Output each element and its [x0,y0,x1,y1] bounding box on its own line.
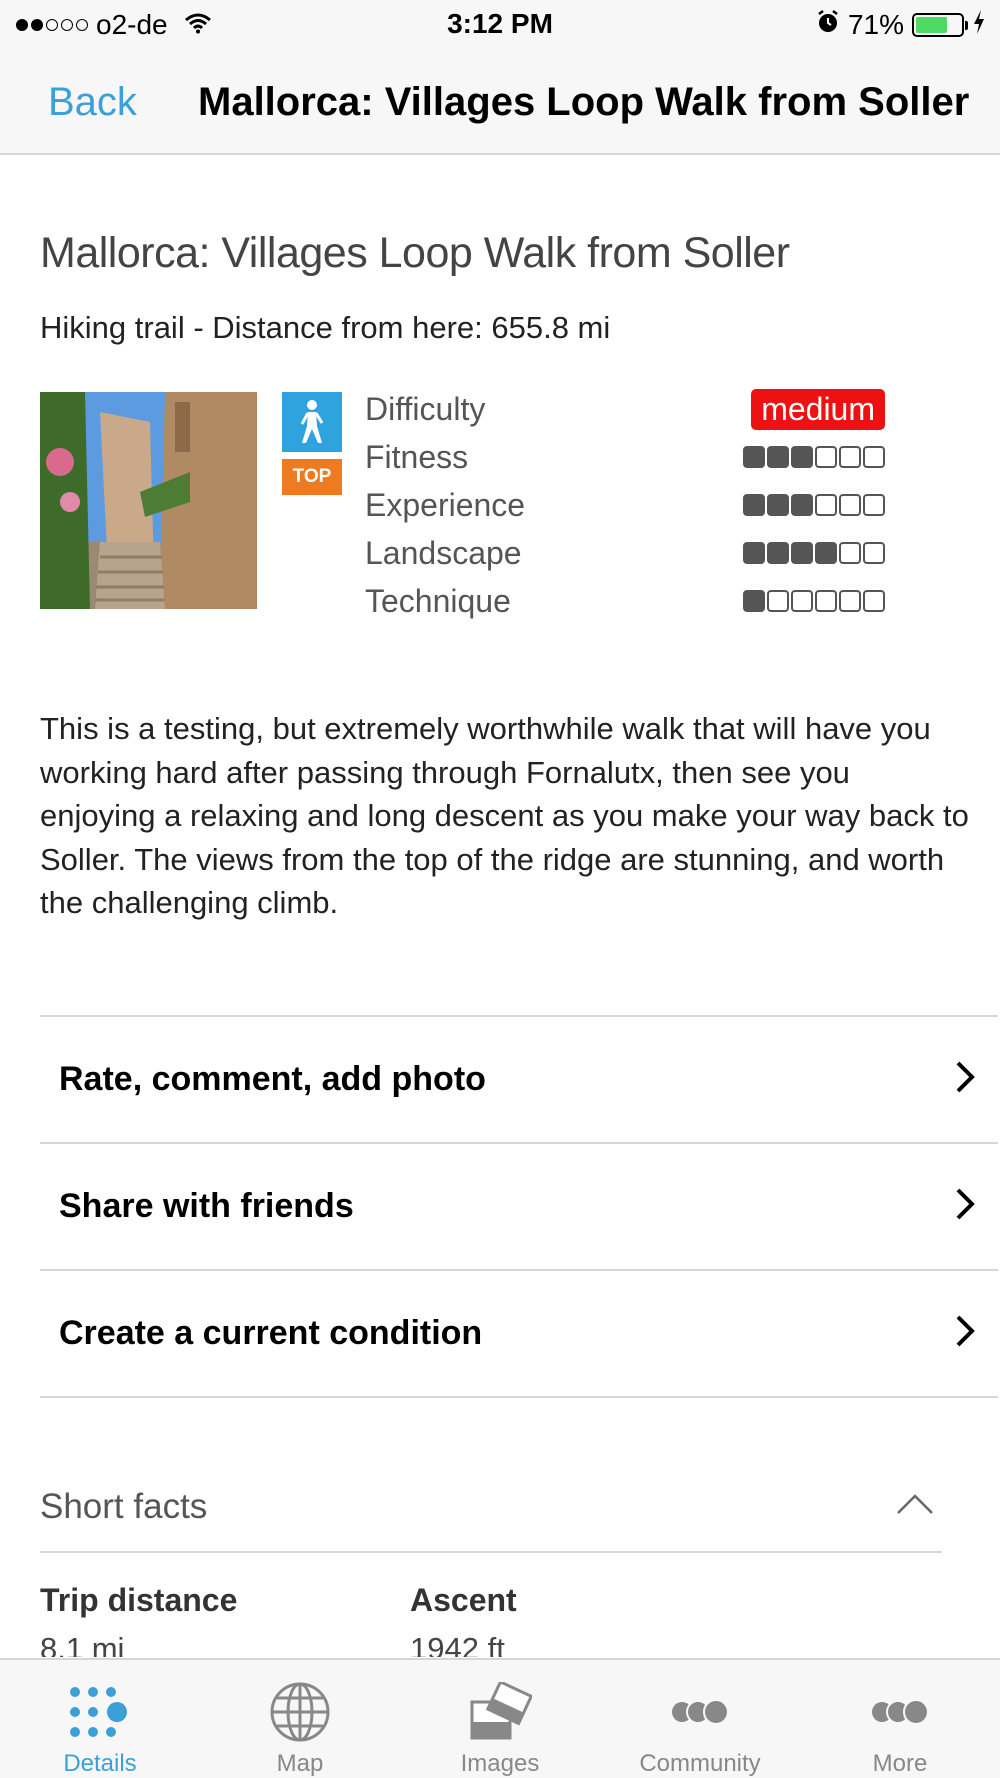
create-current-condition-button[interactable]: Create a current condition [40,1271,998,1398]
rating-bar-segment [863,542,885,564]
trail-title: Mallorca: Villages Loop Walk from Soller [40,229,790,277]
action-list: Rate, comment, add photo Share with frie… [40,1015,998,1398]
action-label: Share with friends [59,1187,354,1225]
share-with-friends-button[interactable]: Share with friends [40,1144,998,1271]
rating-bar-segment [863,446,885,468]
trail-subtitle: Hiking trail - Distance from here: 655.8… [40,310,611,345]
top-badge: TOP [282,459,342,495]
battery-icon [912,13,968,37]
rating-bar-segment [743,590,765,612]
rating-bar-segment [743,446,765,468]
tab-label: More [872,1750,928,1777]
chevron-right-icon [954,1060,976,1099]
detail-content[interactable]: Mallorca: Villages Loop Walk from Soller… [0,157,1000,1657]
rating-bar-segment [863,590,885,612]
action-label: Rate, comment, add photo [59,1060,486,1098]
hiker-icon [282,392,342,452]
rating-bar-segment [767,590,789,612]
action-label: Create a current condition [59,1314,483,1352]
rating-bar-segment [791,494,813,516]
rating-bar-segment [839,494,861,516]
images-icon [468,1678,532,1746]
rating-bars [743,542,885,564]
fact-value: 8.1 mi [40,1631,125,1657]
back-button[interactable]: Back [48,80,137,125]
difficulty-row: Difficulty medium [365,385,885,433]
tab-label: Community [639,1750,761,1777]
rating-bar-segment [839,590,861,612]
charging-icon [972,9,986,42]
trail-description: This is a testing, but extremely worthwh… [40,711,969,920]
more-icon [868,1678,932,1746]
rating-label: Technique [365,582,511,619]
ratings-panel: Difficulty medium Fitness Experience Lands… [365,385,885,625]
battery-percent: 71% [847,9,904,40]
fact-ascent: Ascent 1942 ft [410,1582,517,1657]
battery-fill [916,17,948,33]
dots-grid-icon [67,1678,133,1746]
rating-bars [743,446,885,468]
difficulty-label: Difficulty [365,390,486,427]
rating-bars [743,494,885,516]
rating-bar-segment [839,542,861,564]
rating-bar-segment [815,590,837,612]
globe-icon [268,1678,332,1746]
status-right: 71% [816,8,986,42]
rating-bar-segment [791,590,813,612]
rating-label: Experience [365,486,526,523]
rating-bar-segment [815,494,837,516]
short-facts-header[interactable]: Short facts [40,1487,942,1553]
short-facts-title: Short facts [40,1487,208,1526]
tab-label: Map [276,1750,324,1777]
tab-details[interactable]: Details [0,1660,200,1778]
rating-bars [743,590,885,612]
rating-bar-segment [815,542,837,564]
difficulty-badge: medium [751,388,885,430]
rating-bar-segment [767,494,789,516]
status-bar: o2-de 3:12 PM 71% [0,0,1000,50]
tab-images[interactable]: Images [400,1660,600,1778]
tab-community[interactable]: Community [600,1660,800,1778]
fact-value: 1942 ft [410,1631,505,1657]
rating-bar-segment [815,446,837,468]
rating-bar-segment [743,542,765,564]
fact-label: Ascent [410,1582,517,1618]
rate-comment-add-photo-button[interactable]: Rate, comment, add photo [40,1017,998,1144]
navigation-bar: Back Mallorca: Villages Loop Walk from S… [0,50,1000,155]
fact-label: Trip distance [40,1582,238,1618]
rating-row-technique: Technique [365,577,885,625]
community-icon [668,1678,732,1746]
tab-label: Images [460,1750,540,1777]
rating-bar-segment [791,542,813,564]
chevron-right-icon [954,1314,976,1353]
tab-more[interactable]: More [800,1660,1000,1778]
nav-title: Mallorca: Villages Loop Walk from Soller [198,80,970,124]
rating-label: Fitness [365,438,469,475]
tab-map[interactable]: Map [200,1660,400,1778]
rating-row-landscape: Landscape [365,529,885,577]
rating-bar-segment [743,494,765,516]
tab-bar: Details Map Images Community More [0,1658,1000,1778]
rating-label: Landscape [365,534,522,571]
rating-bar-segment [767,446,789,468]
alarm-icon [816,9,840,42]
rating-row-experience: Experience [365,481,885,529]
tab-label: Details [63,1750,137,1777]
chevron-up-icon[interactable] [896,1493,934,1520]
rating-bar-segment [863,494,885,516]
rating-row-fitness: Fitness [365,433,885,481]
rating-bar-segment [791,446,813,468]
rating-bar-segment [839,446,861,468]
rating-bar-segment [767,542,789,564]
chevron-right-icon [954,1187,976,1226]
trail-thumbnail[interactable] [40,392,257,609]
fact-trip-distance: Trip distance 8.1 mi [40,1582,237,1657]
